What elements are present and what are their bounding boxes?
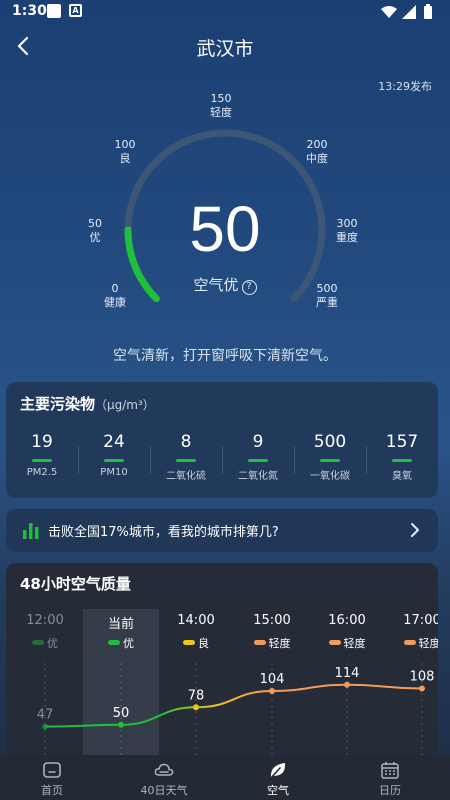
pollutant-name: PM2.5 bbox=[26, 467, 58, 478]
calendar-icon bbox=[381, 762, 399, 779]
cloud-icon bbox=[154, 763, 174, 776]
aqi-point bbox=[269, 688, 275, 694]
pollutant-value: 8 bbox=[180, 432, 192, 452]
aqi-point bbox=[419, 685, 425, 692]
forecast-line-chart: 47 50 78 104 114 108 bbox=[37, 663, 435, 763]
aqi-point-label: 47 bbox=[37, 708, 54, 723]
pollutant-no2[interactable]: 9 二氧化氮 bbox=[222, 432, 294, 482]
nav-home[interactable]: 首页 bbox=[0, 755, 108, 800]
pollutant-name: PM10 bbox=[100, 467, 128, 478]
aqi-point-label: 108 bbox=[410, 670, 435, 685]
aqi-level-text: 空气优 bbox=[193, 276, 239, 294]
aqi-point bbox=[118, 721, 124, 728]
gauge-label-150: 150 轻度 bbox=[210, 92, 232, 119]
nav-air[interactable]: 空气 bbox=[222, 755, 334, 800]
pollutant-unit: （μg/m³） bbox=[95, 398, 155, 412]
pollutant-pm10[interactable]: 24 PM10 bbox=[78, 432, 150, 478]
pollutant-name: 二氧化氮 bbox=[238, 471, 278, 482]
pollutant-card: 主要污染物（μg/m³） 19 PM2.5 24 PM10 8 二氧化硫 9 二… bbox=[6, 382, 438, 498]
nav-label: 40日天气 bbox=[140, 784, 188, 797]
aqi-point bbox=[42, 723, 48, 730]
city-ranking-banner[interactable]: 击败全国17%城市，看我的城市排第几? bbox=[6, 509, 438, 552]
nav-calendar[interactable]: 日历 bbox=[334, 755, 446, 800]
pollutant-value: 24 bbox=[103, 432, 125, 452]
pollutant-name: 臭氧 bbox=[392, 471, 412, 482]
pollutant-title-text: 主要污染物 bbox=[20, 395, 96, 413]
pollutant-so2[interactable]: 8 二氧化硫 bbox=[150, 432, 222, 482]
aqi-series-line bbox=[44, 683, 423, 728]
nav-label: 日历 bbox=[379, 784, 401, 797]
gauge-label-500: 500 严重 bbox=[316, 282, 338, 309]
nav-label: 首页 bbox=[41, 784, 63, 797]
pollutant-name: 二氧化硫 bbox=[166, 471, 206, 482]
bottom-nav: 首页 40日天气 空气 日历 bbox=[0, 755, 450, 800]
aqi-point bbox=[344, 681, 350, 688]
aqi-value: 50 bbox=[189, 193, 261, 265]
leaf-icon bbox=[270, 763, 286, 779]
home-icon bbox=[43, 762, 61, 778]
pollutant-co[interactable]: 500 一氧化碳 bbox=[294, 432, 366, 482]
pollutant-name: 一氧化碳 bbox=[310, 471, 350, 482]
aqi-point-label: 50 bbox=[113, 706, 130, 721]
chevron-right-icon bbox=[411, 523, 419, 537]
aqi-point-label: 114 bbox=[335, 666, 360, 681]
pollutant-row: 19 PM2.5 24 PM10 8 二氧化硫 9 二氧化氮 500 一氧化碳 bbox=[6, 432, 438, 488]
pollutant-level-bar bbox=[248, 459, 268, 462]
pollutant-level-bar bbox=[32, 459, 52, 462]
aqi-point-label: 78 bbox=[188, 688, 205, 703]
help-icon[interactable]: ? bbox=[241, 280, 257, 295]
pollutant-value: 157 bbox=[385, 432, 419, 452]
bar-chart-icon bbox=[23, 523, 39, 539]
forecast-card: 48小时空气质量 12:00 优 当前 优 14:00 良 15:00 轻度 1… bbox=[6, 563, 438, 763]
aqi-point bbox=[193, 704, 199, 711]
aqi-level: 空气优? bbox=[175, 274, 275, 295]
pollutant-o3[interactable]: 157 臭氧 bbox=[366, 432, 438, 482]
ranking-text: 击败全国17%城市，看我的城市排第几? bbox=[48, 525, 279, 540]
pollutant-level-bar bbox=[176, 459, 196, 462]
air-advice: 空气清新，打开窗呼吸下清新空气。 bbox=[113, 348, 337, 364]
nav-label: 空气 bbox=[267, 784, 289, 797]
pollutant-value: 19 bbox=[31, 432, 53, 452]
gauge-label-0: 0 健康 bbox=[104, 282, 126, 309]
pollutant-title: 主要污染物（μg/m³） bbox=[20, 393, 155, 414]
nav-40day-weather[interactable]: 40日天气 bbox=[108, 755, 220, 800]
pollutant-level-bar bbox=[320, 459, 340, 462]
pollutant-pm25[interactable]: 19 PM2.5 bbox=[6, 432, 78, 478]
pollutant-value: 9 bbox=[252, 432, 264, 452]
gauge-label-100: 100 良 bbox=[114, 138, 136, 165]
pollutant-level-bar bbox=[392, 459, 412, 462]
pollutant-level-bar bbox=[104, 459, 124, 462]
aqi-point-label: 104 bbox=[260, 672, 285, 687]
pollutant-value: 500 bbox=[313, 432, 347, 452]
gauge-label-200: 200 中度 bbox=[306, 138, 328, 165]
